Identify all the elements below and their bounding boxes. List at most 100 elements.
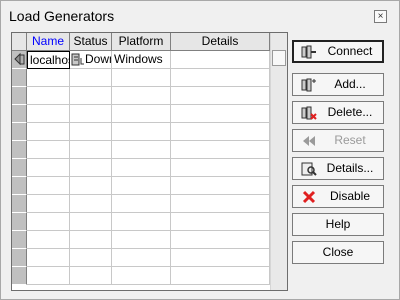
add-label: Add... xyxy=(334,77,366,91)
row-header-11[interactable] xyxy=(12,231,27,249)
empty-cell[interactable] xyxy=(112,249,171,267)
connect-button[interactable]: Connect xyxy=(292,40,384,63)
row-header-1[interactable] xyxy=(12,51,27,69)
generator-down-icon xyxy=(14,52,25,66)
scrollbar-thumb[interactable] xyxy=(272,50,286,66)
row-header-6[interactable] xyxy=(12,141,27,159)
connect-label: Connect xyxy=(327,44,373,58)
empty-cell[interactable] xyxy=(171,249,270,267)
empty-cell[interactable] xyxy=(70,267,112,285)
empty-cell[interactable] xyxy=(27,123,70,141)
generators-grid[interactable]: Name Status Platform Details localhost xyxy=(11,32,288,291)
column-header-platform[interactable]: Platform xyxy=(112,33,171,51)
disable-x-icon xyxy=(302,190,316,204)
empty-cell[interactable] xyxy=(70,231,112,249)
empty-cell[interactable] xyxy=(112,231,171,249)
empty-cell[interactable] xyxy=(112,267,171,285)
empty-cell[interactable] xyxy=(171,141,270,159)
row-header-5[interactable] xyxy=(12,123,27,141)
reset-button[interactable]: Reset xyxy=(292,129,384,152)
empty-cell[interactable] xyxy=(70,87,112,105)
row-header-2[interactable] xyxy=(12,69,27,87)
row-header-12[interactable] xyxy=(12,249,27,267)
column-header-status[interactable]: Status xyxy=(70,33,112,51)
delete-generator-icon xyxy=(301,106,317,120)
delete-label: Delete... xyxy=(327,105,373,119)
disable-label: Disable xyxy=(329,189,371,203)
details-icon xyxy=(301,162,317,176)
cell-platform[interactable]: Windows xyxy=(112,51,171,69)
empty-cell[interactable] xyxy=(70,69,112,87)
empty-cell[interactable] xyxy=(112,213,171,231)
empty-cell[interactable] xyxy=(27,69,70,87)
cell-status-text: Down xyxy=(85,52,111,66)
empty-cell[interactable] xyxy=(70,141,112,159)
empty-cell[interactable] xyxy=(70,159,112,177)
empty-cell[interactable] xyxy=(112,141,171,159)
empty-cell[interactable] xyxy=(112,105,171,123)
details-button[interactable]: Details... xyxy=(292,157,384,180)
empty-cell[interactable] xyxy=(70,249,112,267)
empty-cell[interactable] xyxy=(70,105,112,123)
empty-cell[interactable] xyxy=(171,69,270,87)
close-icon[interactable]: × xyxy=(374,10,387,23)
cell-name[interactable]: localhost xyxy=(27,51,70,69)
details-label: Details... xyxy=(326,161,374,175)
empty-cell[interactable] xyxy=(70,195,112,213)
row-header-7[interactable] xyxy=(12,159,27,177)
column-header-details[interactable]: Details xyxy=(171,33,270,51)
empty-cell[interactable] xyxy=(112,123,171,141)
column-header-name[interactable]: Name xyxy=(27,33,70,51)
empty-cell[interactable] xyxy=(27,249,70,267)
add-generator-icon xyxy=(301,78,316,92)
cell-details[interactable] xyxy=(171,51,270,69)
status-down-icon xyxy=(71,53,84,66)
row-header-4[interactable] xyxy=(12,105,27,123)
empty-cell[interactable] xyxy=(171,213,270,231)
empty-cell[interactable] xyxy=(112,195,171,213)
corner-header xyxy=(12,33,27,51)
vertical-scrollbar[interactable] xyxy=(270,33,287,290)
empty-cell[interactable] xyxy=(171,123,270,141)
empty-cell[interactable] xyxy=(171,231,270,249)
empty-cell[interactable] xyxy=(27,159,70,177)
reset-icon xyxy=(303,136,315,146)
empty-cell[interactable] xyxy=(171,87,270,105)
empty-cell[interactable] xyxy=(112,177,171,195)
empty-cell[interactable] xyxy=(27,213,70,231)
load-generators-dialog: Load Generators × Name Status Platform D… xyxy=(0,0,400,300)
help-button[interactable]: Help xyxy=(292,213,384,236)
row-header-9[interactable] xyxy=(12,195,27,213)
empty-cell[interactable] xyxy=(27,87,70,105)
empty-cell[interactable] xyxy=(27,105,70,123)
empty-cell[interactable] xyxy=(112,69,171,87)
grid-area: Name Status Platform Details localhost xyxy=(12,33,270,290)
empty-cell[interactable] xyxy=(112,159,171,177)
close-button[interactable]: Close xyxy=(292,241,384,264)
empty-cell[interactable] xyxy=(27,267,70,285)
empty-cell[interactable] xyxy=(70,213,112,231)
empty-cell[interactable] xyxy=(27,231,70,249)
connect-icon xyxy=(301,45,316,59)
reset-label: Reset xyxy=(334,133,366,147)
empty-cell[interactable] xyxy=(70,123,112,141)
empty-cell[interactable] xyxy=(171,195,270,213)
row-header-3[interactable] xyxy=(12,87,27,105)
empty-cell[interactable] xyxy=(70,177,112,195)
empty-cell[interactable] xyxy=(171,105,270,123)
empty-cell[interactable] xyxy=(112,87,171,105)
cell-name-text: localhost xyxy=(30,53,69,67)
empty-cell[interactable] xyxy=(171,267,270,285)
row-header-10[interactable] xyxy=(12,213,27,231)
row-header-13[interactable] xyxy=(12,267,27,285)
empty-cell[interactable] xyxy=(171,159,270,177)
empty-cell[interactable] xyxy=(27,195,70,213)
add-button[interactable]: Add... xyxy=(292,73,384,96)
empty-cell[interactable] xyxy=(27,141,70,159)
delete-button[interactable]: Delete... xyxy=(292,101,384,124)
cell-status[interactable]: Down xyxy=(70,51,112,69)
empty-cell[interactable] xyxy=(27,177,70,195)
empty-cell[interactable] xyxy=(171,177,270,195)
row-header-8[interactable] xyxy=(12,177,27,195)
disable-button[interactable]: Disable xyxy=(292,185,384,208)
